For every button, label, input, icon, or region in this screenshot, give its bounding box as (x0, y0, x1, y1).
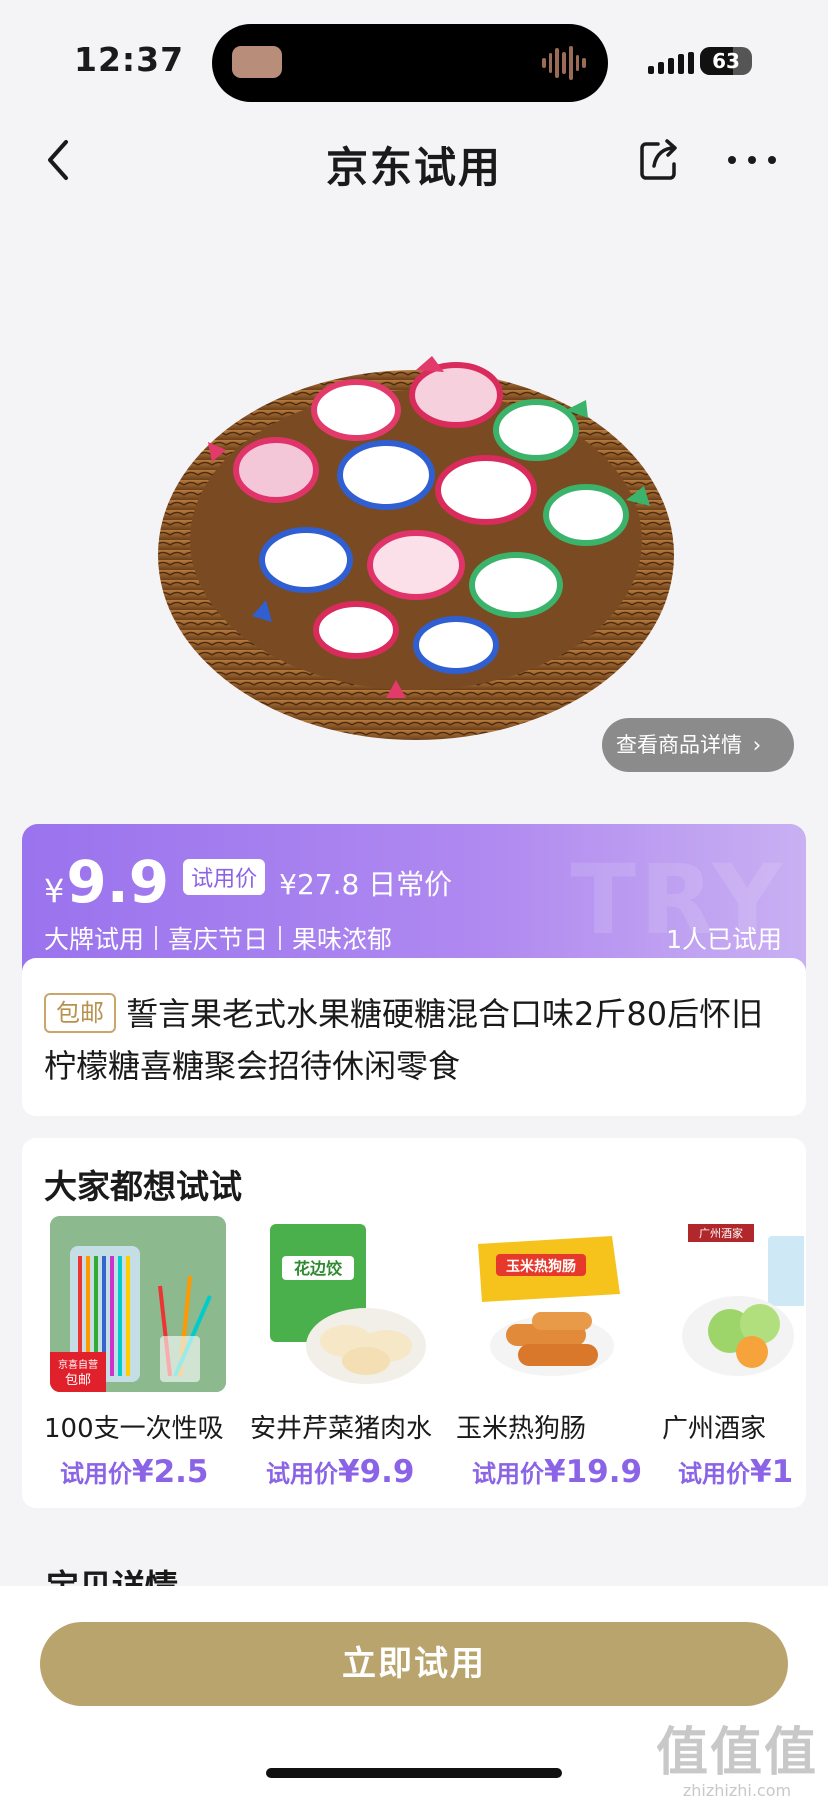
recommend-item-image: 京喜自营 包邮 (50, 1216, 226, 1392)
recommend-item[interactable]: 广州酒家 广州酒家 试用价¥1 (662, 1216, 804, 1496)
page-title: 京东试用 (325, 143, 502, 192)
currency-symbol: ¥ (44, 872, 65, 910)
more-button[interactable] (728, 142, 776, 178)
media-thumbnail (232, 46, 282, 78)
feature-tag: 喜庆节日 (168, 925, 269, 954)
product-title: 包邮 誓言果老式水果糖硬糖混合口味2斤80后怀旧柠檬糖喜糖聚会招待休闲零食 (44, 988, 784, 1092)
recommend-item-badge: 包邮 (65, 1373, 91, 1388)
tag-divider (155, 926, 158, 950)
view-details-button[interactable]: 查看商品详情 › (602, 718, 794, 772)
recommend-item-pack-text: 花边饺 (294, 1259, 343, 1278)
dynamic-island (212, 24, 608, 102)
recommend-section: 大家都想试试 京喜自营 包邮 100支一次性吸 试用价¥2.5 花边饺 安井芹菜… (22, 1138, 806, 1508)
home-indicator[interactable] (266, 1768, 562, 1778)
trial-price: 9.9 (66, 848, 170, 916)
product-image-area: 查看商品详情 › (0, 200, 828, 790)
recommend-item-price: 试用价¥9.9 (266, 1454, 415, 1490)
recommend-item-badge: 京喜自营 (58, 1358, 98, 1371)
bottom-action-bar: 立即试用 值值值 zhizhizhi.com (0, 1586, 828, 1796)
recommend-item-pack-text: 广州酒家 (699, 1226, 743, 1240)
price-row: ¥ 9.9 试用价 ¥27.8 日常价 (44, 848, 452, 916)
tried-count: 1人已试用 (666, 925, 782, 954)
recommend-item[interactable]: 玉米热狗肠 玉米热狗肠 试用价¥19.9 (456, 1216, 642, 1496)
recommend-item-name: 安井芹菜猪肉水 (250, 1414, 433, 1444)
recommend-item[interactable]: 花边饺 安井芹菜猪肉水 试用价¥9.9 (250, 1216, 432, 1496)
dot-icon (748, 156, 756, 164)
feature-tags: 大牌试用 喜庆节日 果味浓郁 (44, 920, 392, 956)
audio-wave-icon (542, 45, 587, 81)
share-button[interactable] (636, 136, 680, 184)
recommend-item-image: 玉米热狗肠 (462, 1216, 638, 1392)
regular-price: ¥27.8 日常价 (279, 868, 453, 901)
dot-icon (728, 156, 736, 164)
recommend-item-price: 试用价¥1 (678, 1454, 794, 1490)
tag-divider (279, 926, 282, 950)
feature-tag: 大牌试用 (44, 925, 145, 954)
battery-icon: 63 (700, 47, 752, 75)
recommend-title: 大家都想试试 (44, 1167, 242, 1206)
recommend-item-name: 玉米热狗肠 (456, 1414, 587, 1444)
signal-icon (648, 52, 694, 74)
product-title-text: 誓言果老式水果糖硬糖混合口味2斤80后怀旧柠檬糖喜糖聚会招待休闲零食 (44, 995, 764, 1085)
recommend-item-price: 试用价¥2.5 (60, 1454, 209, 1490)
product-image[interactable] (156, 300, 676, 750)
view-details-label: 查看商品详情 (616, 733, 742, 757)
free-shipping-badge: 包邮 (44, 993, 116, 1033)
recommend-item-price: 试用价¥19.9 (472, 1454, 643, 1490)
recommend-item-pack-text: 玉米热狗肠 (506, 1258, 576, 1275)
feature-tag: 果味浓郁 (292, 925, 393, 954)
share-icon (640, 139, 677, 180)
status-bar: 12:37 63 (0, 0, 828, 120)
status-time: 12:37 (74, 40, 185, 79)
recommend-item-name: 100支一次性吸 (44, 1414, 224, 1444)
recommend-list[interactable]: 京喜自营 包邮 100支一次性吸 试用价¥2.5 花边饺 安井芹菜猪肉水 试用价… (44, 1216, 804, 1496)
battery-level: 63 (712, 49, 740, 73)
site-watermark: 值值值 zhizhizhi.com (656, 1710, 818, 1796)
dot-icon (768, 156, 776, 164)
product-title-card: 包邮 誓言果老式水果糖硬糖混合口味2斤80后怀旧柠檬糖喜糖聚会招待休闲零食 (22, 958, 806, 1116)
chevron-right-icon: › (752, 733, 762, 757)
trial-price-tag: 试用价 (183, 859, 266, 895)
recommend-item[interactable]: 京喜自营 包邮 100支一次性吸 试用价¥2.5 (44, 1216, 226, 1496)
try-now-button[interactable]: 立即试用 (40, 1622, 788, 1706)
recommend-item-image: 花边饺 (256, 1216, 432, 1392)
recommend-item-name: 广州酒家 (662, 1414, 767, 1444)
watermark-logo-text: 值值值 (655, 1723, 818, 1783)
recommend-item-image: 广州酒家 (668, 1216, 804, 1392)
nav-bar: 京东试用 (0, 120, 828, 200)
